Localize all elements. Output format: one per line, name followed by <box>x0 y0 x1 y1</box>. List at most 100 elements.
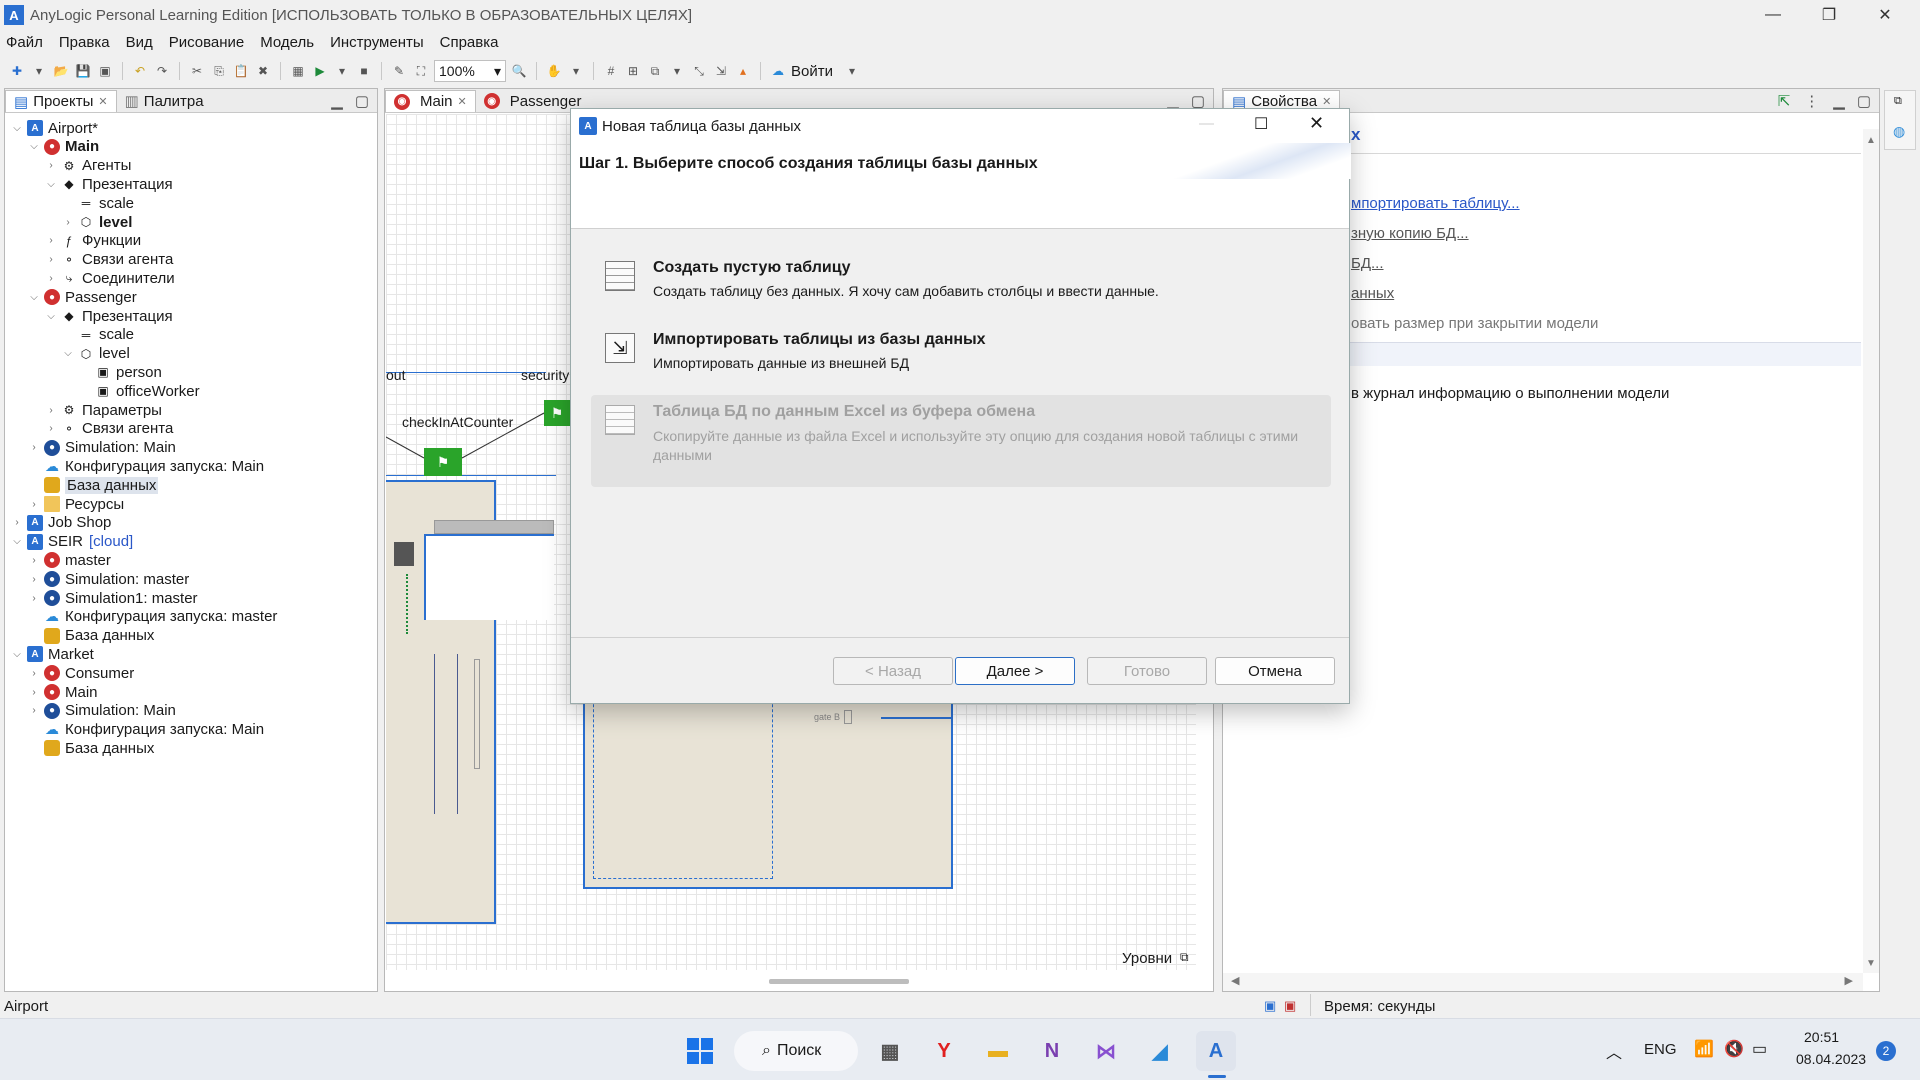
undo-icon[interactable]: ↶ <box>131 62 149 80</box>
expanded-twisty-icon[interactable]: ⌵ <box>28 141 40 152</box>
collapsed-twisty-icon[interactable]: › <box>28 442 40 453</box>
close-icon[interactable]: ✕ <box>1322 95 1331 108</box>
yandex-browser-icon[interactable]: Y <box>924 1031 964 1071</box>
menu-draw[interactable]: Рисование <box>169 34 245 51</box>
cancel-button[interactable]: Отмена <box>1215 657 1335 685</box>
wifi-icon[interactable]: 📶 <box>1694 1039 1714 1059</box>
taskbar-search[interactable]: ⌕ Поиск <box>734 1031 858 1071</box>
save-icon[interactable]: 💾 <box>74 62 92 80</box>
option-import-db[interactable]: ⇲ Импортировать таблицы из базы данных И… <box>591 323 1331 393</box>
clock-date[interactable]: 08.04.2023 <box>1796 1051 1866 1067</box>
delete-icon[interactable]: ✖ <box>254 62 272 80</box>
onenote-icon[interactable]: N <box>1032 1031 1072 1071</box>
build-icon[interactable]: ▦ <box>289 62 307 80</box>
grid-icon[interactable]: # <box>602 62 620 80</box>
data-link[interactable]: анных <box>1351 285 1394 302</box>
levels-label[interactable]: Уровни <box>1122 950 1172 967</box>
menu-tools[interactable]: Инструменты <box>330 34 424 51</box>
open-icon[interactable]: 📂 <box>52 62 70 80</box>
backup-db-link[interactable]: зную копию БД... <box>1351 225 1469 242</box>
menu-help[interactable]: Справка <box>440 34 499 51</box>
status-icon-2[interactable]: ▣ <box>1284 998 1296 1014</box>
collapsed-twisty-icon[interactable]: › <box>45 405 57 416</box>
zoom-select[interactable]: 100% ▾ <box>434 60 506 82</box>
stop-icon[interactable]: ■ <box>355 62 373 80</box>
collapsed-twisty-icon[interactable]: › <box>28 499 40 510</box>
more-icon[interactable]: ⋮ <box>1804 92 1819 110</box>
new-icon[interactable]: ✚ <box>8 62 26 80</box>
cloud-icon[interactable]: ☁ <box>769 62 787 80</box>
maximize-icon[interactable]: ▢ <box>355 92 369 110</box>
back-button[interactable]: < Назад <box>833 657 953 685</box>
copy-icon[interactable]: ⎘ <box>210 62 228 80</box>
collapsed-twisty-icon[interactable]: › <box>28 555 40 566</box>
run-icon[interactable]: ▶ <box>311 62 329 80</box>
db-link[interactable]: БД... <box>1351 255 1384 272</box>
minimize-icon[interactable]: ▁ <box>1833 92 1845 110</box>
collapsed-twisty-icon[interactable]: › <box>62 217 74 228</box>
collapsed-twisty-icon[interactable]: › <box>28 687 40 698</box>
finish-button[interactable]: Готово <box>1087 657 1207 685</box>
layers-icon[interactable]: ⧉ <box>646 62 664 80</box>
expanded-twisty-icon[interactable]: ⌵ <box>11 536 23 547</box>
clock-time[interactable]: 20:51 <box>1804 1029 1839 1045</box>
battery-icon[interactable]: ▭ <box>1752 1039 1767 1059</box>
close-icon[interactable]: ✕ <box>458 95 467 108</box>
maximize-icon[interactable]: ▢ <box>1857 92 1871 110</box>
collapsed-twisty-icon[interactable]: › <box>28 593 40 604</box>
tree-item[interactable]: База данных <box>28 737 154 759</box>
volume-icon[interactable]: 🔇 <box>1724 1039 1744 1059</box>
tab-palette[interactable]: ▥ Палитра <box>117 90 212 112</box>
visual-studio-icon[interactable]: ⋈ <box>1086 1031 1126 1071</box>
import-table-link[interactable]: мпортировать таблицу... <box>1351 195 1520 212</box>
redo-icon[interactable]: ↷ <box>153 62 171 80</box>
collapsed-twisty-icon[interactable]: › <box>11 517 23 528</box>
menu-view[interactable]: Вид <box>126 34 153 51</box>
minimize-icon[interactable]: ▁ <box>1167 92 1179 110</box>
login-dropdown-icon[interactable]: ▾ <box>843 62 861 80</box>
connect-icon[interactable]: ⤡ <box>690 62 708 80</box>
dialog-close-button[interactable]: ✕ <box>1309 113 1324 134</box>
notification-badge[interactable]: 2 <box>1876 1041 1896 1061</box>
anylogic-taskbar-icon[interactable]: A <box>1196 1031 1236 1071</box>
minimize-icon[interactable]: ▁ <box>331 92 343 110</box>
minimize-button[interactable]: — <box>1750 0 1796 30</box>
restore-button[interactable]: ❐ <box>1806 0 1852 30</box>
expanded-twisty-icon[interactable]: ⌵ <box>11 649 23 660</box>
option-empty-table[interactable]: Создать пустую таблицу Создать таблицу б… <box>591 251 1331 321</box>
close-icon[interactable]: ✕ <box>98 95 107 108</box>
collapsed-twisty-icon[interactable]: › <box>45 254 57 265</box>
collapsed-twisty-icon[interactable]: › <box>28 705 40 716</box>
expanded-twisty-icon[interactable]: ⌵ <box>45 311 57 322</box>
hand-icon[interactable]: ✋ <box>545 62 563 80</box>
restore-icon[interactable]: ⧉ <box>1894 95 1902 108</box>
tab-projects[interactable]: ▤ Проекты ✕ <box>5 90 117 112</box>
collapsed-twisty-icon[interactable]: › <box>45 235 57 246</box>
menu-edit[interactable]: Правка <box>59 34 110 51</box>
start-icon[interactable] <box>680 1031 720 1071</box>
run-dropdown-icon[interactable]: ▾ <box>333 62 351 80</box>
pen-icon[interactable]: ✎ <box>390 62 408 80</box>
horizontal-scrollbar[interactable] <box>769 979 909 984</box>
collapsed-twisty-icon[interactable]: › <box>28 574 40 585</box>
expanded-twisty-icon[interactable]: ⌵ <box>62 348 74 359</box>
vertical-scrollbar[interactable]: ▲ ▼ <box>1863 129 1879 973</box>
close-window-button[interactable]: ✕ <box>1862 0 1908 30</box>
hand-dropdown-icon[interactable]: ▾ <box>567 62 585 80</box>
expanded-twisty-icon[interactable]: ⌵ <box>11 123 23 134</box>
snap-icon[interactable]: ⊞ <box>624 62 642 80</box>
expanded-twisty-icon[interactable]: ⌵ <box>45 179 57 190</box>
language-indicator[interactable]: ENG <box>1644 1041 1677 1058</box>
maximize-button[interactable]: ☐ <box>1254 114 1268 134</box>
arrange-icon[interactable]: ⇲ <box>712 62 730 80</box>
collapsed-twisty-icon[interactable]: › <box>45 273 57 284</box>
expanded-twisty-icon[interactable]: ⌵ <box>28 292 40 303</box>
horizontal-scrollbar[interactable]: ◀ ▶ <box>1223 973 1863 991</box>
tab-main[interactable]: ◉ Main ✕ <box>385 90 476 112</box>
next-button[interactable]: Далее > <box>955 657 1075 685</box>
layers-dropdown-icon[interactable]: ▾ <box>668 62 686 80</box>
app-icon[interactable]: ◢ <box>1140 1031 1180 1071</box>
menu-model[interactable]: Модель <box>260 34 314 51</box>
zoom-region-icon[interactable]: ⛶ <box>412 62 430 80</box>
login-button[interactable]: Войти <box>791 63 833 80</box>
